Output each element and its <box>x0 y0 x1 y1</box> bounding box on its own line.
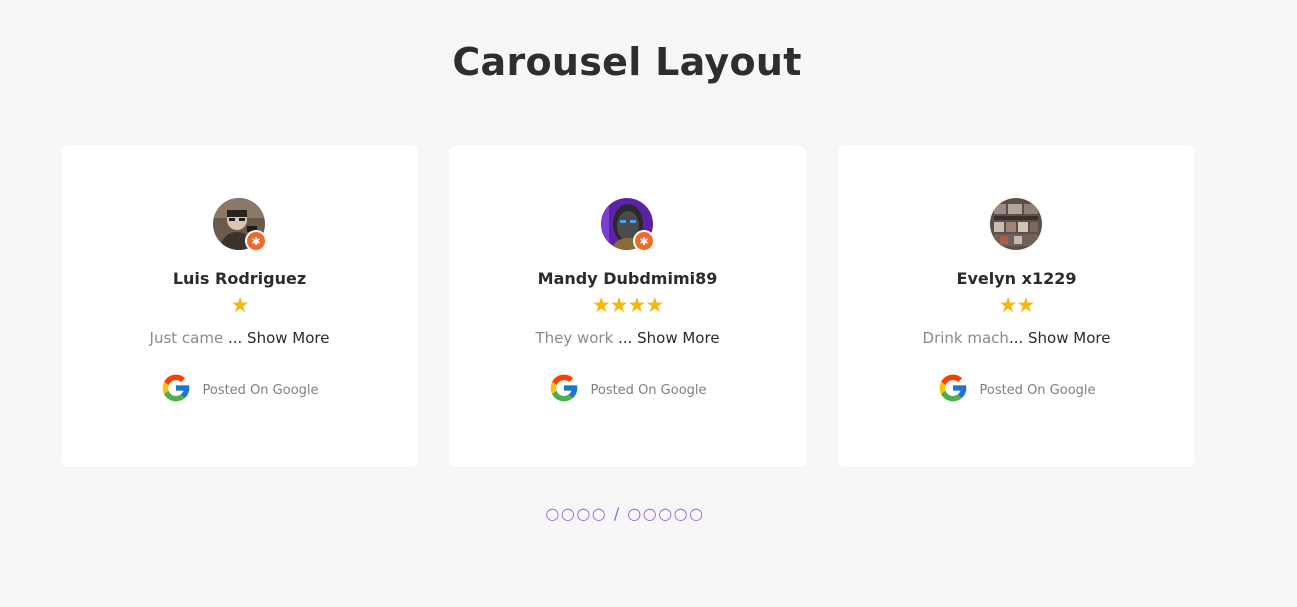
source-label: Posted On Google <box>202 382 319 398</box>
review-ellipsis: ... <box>613 329 633 347</box>
review-source: Posted On Google <box>838 372 1195 408</box>
review-card: ✱ Luis Rodriguez ★ Just came ... Show Mo… <box>61 146 418 467</box>
reviewer-name: Evelyn x1229 <box>956 269 1077 288</box>
google-icon <box>160 372 192 408</box>
star-rating: ★ <box>230 293 250 317</box>
review-text: Drink mach <box>922 329 1009 347</box>
reviewer-avatar <box>990 198 1042 250</box>
review-text: They work <box>535 329 614 347</box>
review-source: Posted On Google <box>61 372 418 408</box>
page-title: Carousel Layout <box>452 40 802 84</box>
star-rating: ★★★★ <box>591 293 664 317</box>
reviewer-name: Mandy Dubdmimi89 <box>537 269 718 288</box>
google-icon <box>937 372 969 408</box>
review-snippet: Drink mach... Show More <box>838 329 1195 347</box>
review-ellipsis: ... <box>223 329 243 347</box>
review-card: ✱ Mandy Dubdmimi89 ★★★★ They work ... Sh… <box>449 146 806 467</box>
star-rating: ★★ <box>998 293 1036 317</box>
review-card: Evelyn x1229 ★★ Drink mach... Show More … <box>838 146 1195 467</box>
review-snippet: Just came ... Show More <box>61 329 418 347</box>
review-badge-icon: ✱ <box>245 230 267 252</box>
review-snippet: They work ... Show More <box>449 329 806 347</box>
review-source: Posted On Google <box>449 372 806 408</box>
reviewer-name: Luis Rodriguez <box>172 269 307 288</box>
show-more-link[interactable]: Show More <box>1023 329 1110 347</box>
google-icon <box>548 372 580 408</box>
source-label: Posted On Google <box>979 382 1096 398</box>
show-more-link[interactable]: Show More <box>242 329 329 347</box>
review-text: Just came <box>149 329 224 347</box>
show-more-link[interactable]: Show More <box>632 329 719 347</box>
carousel-pagination[interactable]: ○○○○ / ○○○○○ <box>0 504 1250 523</box>
review-badge-icon: ✱ <box>633 230 655 252</box>
source-label: Posted On Google <box>590 382 707 398</box>
review-ellipsis: ... <box>1008 329 1024 347</box>
